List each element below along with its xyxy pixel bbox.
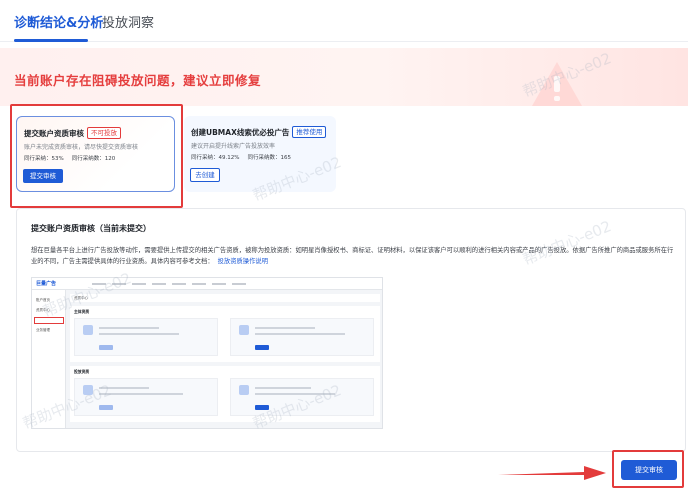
warning-icon <box>532 62 582 106</box>
mini-box <box>230 378 374 416</box>
doc-icon <box>83 325 93 335</box>
stat-adoption-count: 同行采纳数：120 <box>71 156 116 162</box>
mini-line <box>99 327 159 329</box>
tag-recommended: 推荐使用 <box>292 126 327 138</box>
tag-not-deliverable: 不可投放 <box>87 127 121 139</box>
submit-review-button-card[interactable]: 提交审核 <box>23 169 63 183</box>
card-title: 提交账户资质审核 不可投放 <box>24 127 121 139</box>
mini-line <box>99 393 183 395</box>
arrow-right-icon <box>498 466 606 480</box>
mini-section: 投放资质 <box>70 366 380 422</box>
create-button[interactable]: 去创建 <box>190 168 220 182</box>
mini-sidebar: 账户首页 资质中心 业务管理 <box>32 290 66 428</box>
panel-title: 提交账户资质审核（当前未提交） <box>31 224 151 233</box>
card-stats: 同行采纳：49.12% 同行采纳数：165 <box>191 153 299 161</box>
mini-button <box>99 405 113 410</box>
mini-section-title: 主体资质 <box>74 309 90 314</box>
mini-section: 主体资质 <box>70 306 380 362</box>
mini-button <box>255 405 269 410</box>
mini-main: 资质中心 主体资质 投放资质 <box>70 294 380 426</box>
stat-adoption-rate: 同行采纳：53% <box>24 156 64 162</box>
tab-bar: 诊断结论&分析 投放洞察 <box>0 0 688 42</box>
mini-box <box>74 378 218 416</box>
detail-panel: 提交账户资质审核（当前未提交） 想在巨量各平台上进行广告投放等动作，需要提供上传… <box>16 208 686 452</box>
alert-banner: 当前账户存在阻碍投放问题，建议立即修复 <box>0 48 688 106</box>
doc-icon <box>239 325 249 335</box>
mini-line <box>255 327 315 329</box>
mini-button <box>99 345 113 350</box>
submit-review-button[interactable]: 提交审核 <box>621 460 677 480</box>
mini-line <box>255 333 345 335</box>
doc-icon <box>83 385 93 395</box>
panel-desc: 想在巨量各平台上进行广告投放等动作，需要提供上传提交的相关广告资质，被称为投放资… <box>31 247 674 265</box>
banner-title: 当前账户存在阻碍投放问题，建议立即修复 <box>14 73 262 88</box>
page: 诊断结论&分析 投放洞察 当前账户存在阻碍投放问题，建议立即修复 提交账户资质审… <box>0 0 688 494</box>
stat-adoption-count: 同行采纳数：165 <box>247 155 291 161</box>
card-title: 创建UBMAX线索优必投广告 推荐使用 <box>191 126 327 138</box>
mini-nav <box>92 283 252 285</box>
tab-insights[interactable]: 投放洞察 <box>102 12 154 31</box>
doc-link[interactable]: 投放资质操作说明 <box>218 258 268 265</box>
mini-line <box>99 387 149 389</box>
mini-button <box>255 345 269 350</box>
mini-section-title: 投放资质 <box>74 369 90 374</box>
doc-icon <box>239 385 249 395</box>
mini-line <box>99 333 179 335</box>
card-desc: 建议开启提升线索广告投放效率 <box>191 143 276 150</box>
mini-head: 资质中心 <box>70 294 380 302</box>
mini-topbar: 巨量广告 <box>32 278 382 290</box>
tab-diagnosis[interactable]: 诊断结论&分析 <box>14 12 103 31</box>
mini-logo: 巨量广告 <box>36 281 57 287</box>
mini-side-item: 账户首页 <box>36 298 50 302</box>
example-screenshot: 巨量广告 账户首页 资质中心 业务管理 资质中心 主体资质 投放资质 <box>31 277 383 429</box>
active-tab-indicator <box>14 39 88 42</box>
mini-side-item: 资质中心 <box>36 308 50 312</box>
stat-adoption-rate: 同行采纳：49.12% <box>191 155 240 161</box>
mini-box <box>74 318 218 356</box>
card-desc: 账户未完成资质审核，请尽快提交资质审核 <box>24 144 139 151</box>
card-qualification: 提交账户资质审核 不可投放 账户未完成资质审核，请尽快提交资质审核 同行采纳：53… <box>16 116 175 192</box>
mini-box <box>230 318 374 356</box>
mini-highlight <box>34 317 64 324</box>
mini-line <box>255 387 311 389</box>
card-ubmax: 创建UBMAX线索优必投广告 推荐使用 建议开启提升线索广告投放效率 同行采纳：4… <box>184 116 336 192</box>
mini-line <box>255 393 335 395</box>
card-stats: 同行采纳：53% 同行采纳数：120 <box>24 154 123 162</box>
mini-side-item: 业务管理 <box>36 328 50 332</box>
